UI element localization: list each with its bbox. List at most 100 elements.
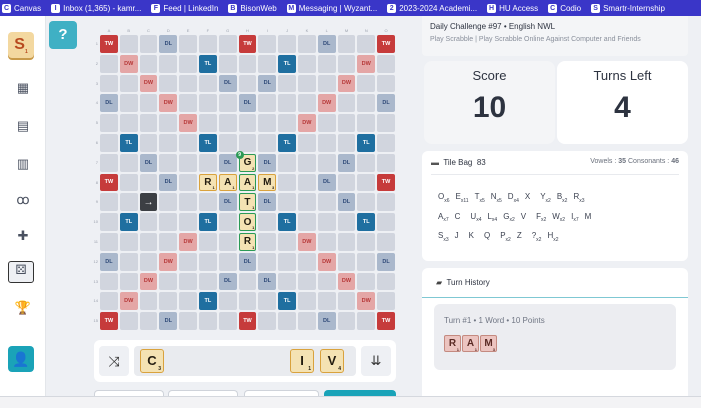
board-square[interactable]	[218, 232, 237, 251]
board-square[interactable]	[119, 114, 138, 132]
board-square[interactable]	[218, 312, 237, 330]
board-square[interactable]	[317, 292, 336, 311]
bookmark-7[interactable]: H HU Access	[487, 3, 538, 13]
board-square[interactable]	[100, 272, 118, 291]
board-square[interactable]	[218, 35, 237, 53]
square-dl[interactable]: DL	[139, 153, 158, 172]
square-tl[interactable]: TL	[278, 292, 296, 311]
board-square[interactable]	[278, 74, 296, 93]
board-square[interactable]	[100, 54, 118, 73]
square-dl[interactable]: DL	[238, 252, 257, 271]
rack-tile[interactable]: I1	[290, 349, 314, 373]
board-square[interactable]	[258, 232, 277, 251]
trophy-icon[interactable]: 🏆	[13, 300, 33, 316]
square-dw[interactable]: DW	[159, 94, 178, 113]
bookmark-5[interactable]: M Messaging | Wyzant...	[286, 3, 377, 13]
square-tl[interactable]: TL	[198, 133, 217, 152]
square-tl[interactable]: TL	[278, 54, 296, 73]
board-square[interactable]	[317, 213, 336, 231]
board-square[interactable]	[337, 232, 356, 251]
bookmark-6[interactable]: 2 2023-2024 Academi...	[387, 3, 477, 13]
board-square[interactable]	[377, 133, 395, 152]
board-tile[interactable]: O1	[238, 213, 257, 231]
board-square[interactable]	[179, 173, 197, 192]
square-dw[interactable]: DW	[337, 74, 356, 93]
square-dw[interactable]: DW	[297, 114, 316, 132]
board-square[interactable]	[100, 114, 118, 132]
board-square[interactable]	[179, 213, 197, 231]
square-dw[interactable]: DW	[139, 272, 158, 291]
board-tile[interactable]: T1	[238, 193, 257, 212]
square-dl[interactable]: DL	[258, 272, 277, 291]
board-square[interactable]	[317, 232, 336, 251]
board-square[interactable]	[238, 292, 257, 311]
board-square[interactable]	[297, 153, 316, 172]
bookmark-2[interactable]: I Inbox (1,365) - kamr...	[51, 3, 141, 13]
board-square[interactable]	[119, 35, 138, 53]
board-square[interactable]	[258, 292, 277, 311]
board-square[interactable]	[198, 272, 217, 291]
square-dl[interactable]: DL	[337, 153, 356, 172]
board-square[interactable]	[139, 114, 158, 132]
board-square[interactable]	[278, 232, 296, 251]
square-dw[interactable]: DW	[337, 272, 356, 291]
board-square[interactable]	[297, 35, 316, 53]
board-square[interactable]	[377, 272, 395, 291]
book-icon[interactable]: ▥	[13, 156, 33, 172]
board-square[interactable]	[297, 173, 316, 192]
board-square[interactable]	[119, 272, 138, 291]
board-square[interactable]	[337, 54, 356, 73]
square-tl[interactable]: TL	[198, 213, 217, 231]
help-button[interactable]: ?	[49, 21, 77, 49]
square-dl[interactable]: DL	[317, 173, 336, 192]
board-square[interactable]	[278, 35, 296, 53]
board-square[interactable]	[377, 54, 395, 73]
board-square[interactable]	[179, 74, 197, 93]
board-square[interactable]	[218, 252, 237, 271]
board-square[interactable]	[119, 94, 138, 113]
square-dl[interactable]: DL	[218, 193, 237, 212]
board-square[interactable]	[377, 114, 395, 132]
board-square[interactable]	[100, 292, 118, 311]
board-square[interactable]	[377, 213, 395, 231]
board-square[interactable]	[357, 232, 376, 251]
board-square[interactable]	[139, 35, 158, 53]
board-square[interactable]	[159, 133, 178, 152]
board-square[interactable]	[357, 74, 376, 93]
bookmark-4[interactable]: B BisonWeb	[228, 3, 277, 13]
board-square[interactable]	[258, 133, 277, 152]
board-square[interactable]	[218, 292, 237, 311]
square-dw[interactable]: DW	[179, 114, 197, 132]
board-square[interactable]	[337, 35, 356, 53]
square-dl[interactable]: DL	[218, 74, 237, 93]
square-dw[interactable]: DW	[317, 252, 336, 271]
board-square[interactable]	[218, 213, 237, 231]
board-square[interactable]	[218, 133, 237, 152]
square-dw[interactable]: DW	[119, 292, 138, 311]
board-square[interactable]	[198, 193, 217, 212]
board-square[interactable]	[258, 54, 277, 73]
square-dw[interactable]: DW	[119, 54, 138, 73]
board-square[interactable]	[337, 292, 356, 311]
bookmark-9[interactable]: S Smartr-Internship	[591, 3, 665, 13]
board-square[interactable]	[357, 252, 376, 271]
board-square[interactable]	[278, 94, 296, 113]
board-tile[interactable]: A1	[238, 173, 257, 192]
board-square[interactable]	[179, 312, 197, 330]
board-tile[interactable]: R1	[198, 173, 217, 192]
board-square[interactable]	[258, 94, 277, 113]
square-tl[interactable]: TL	[119, 213, 138, 231]
board-square[interactable]	[337, 173, 356, 192]
board-square[interactable]	[357, 35, 376, 53]
board-tile[interactable]: A1	[218, 173, 237, 192]
bookmark-3[interactable]: F Feed | LinkedIn	[151, 3, 218, 13]
board-square[interactable]	[179, 94, 197, 113]
board-square[interactable]	[139, 173, 158, 192]
board-square[interactable]	[100, 153, 118, 172]
board-square[interactable]	[179, 153, 197, 172]
square-dw[interactable]: DW	[357, 54, 376, 73]
board-square[interactable]	[297, 213, 316, 231]
board-square[interactable]	[238, 272, 257, 291]
square-dl[interactable]: DL	[258, 74, 277, 93]
square-dw[interactable]: DW	[297, 232, 316, 251]
